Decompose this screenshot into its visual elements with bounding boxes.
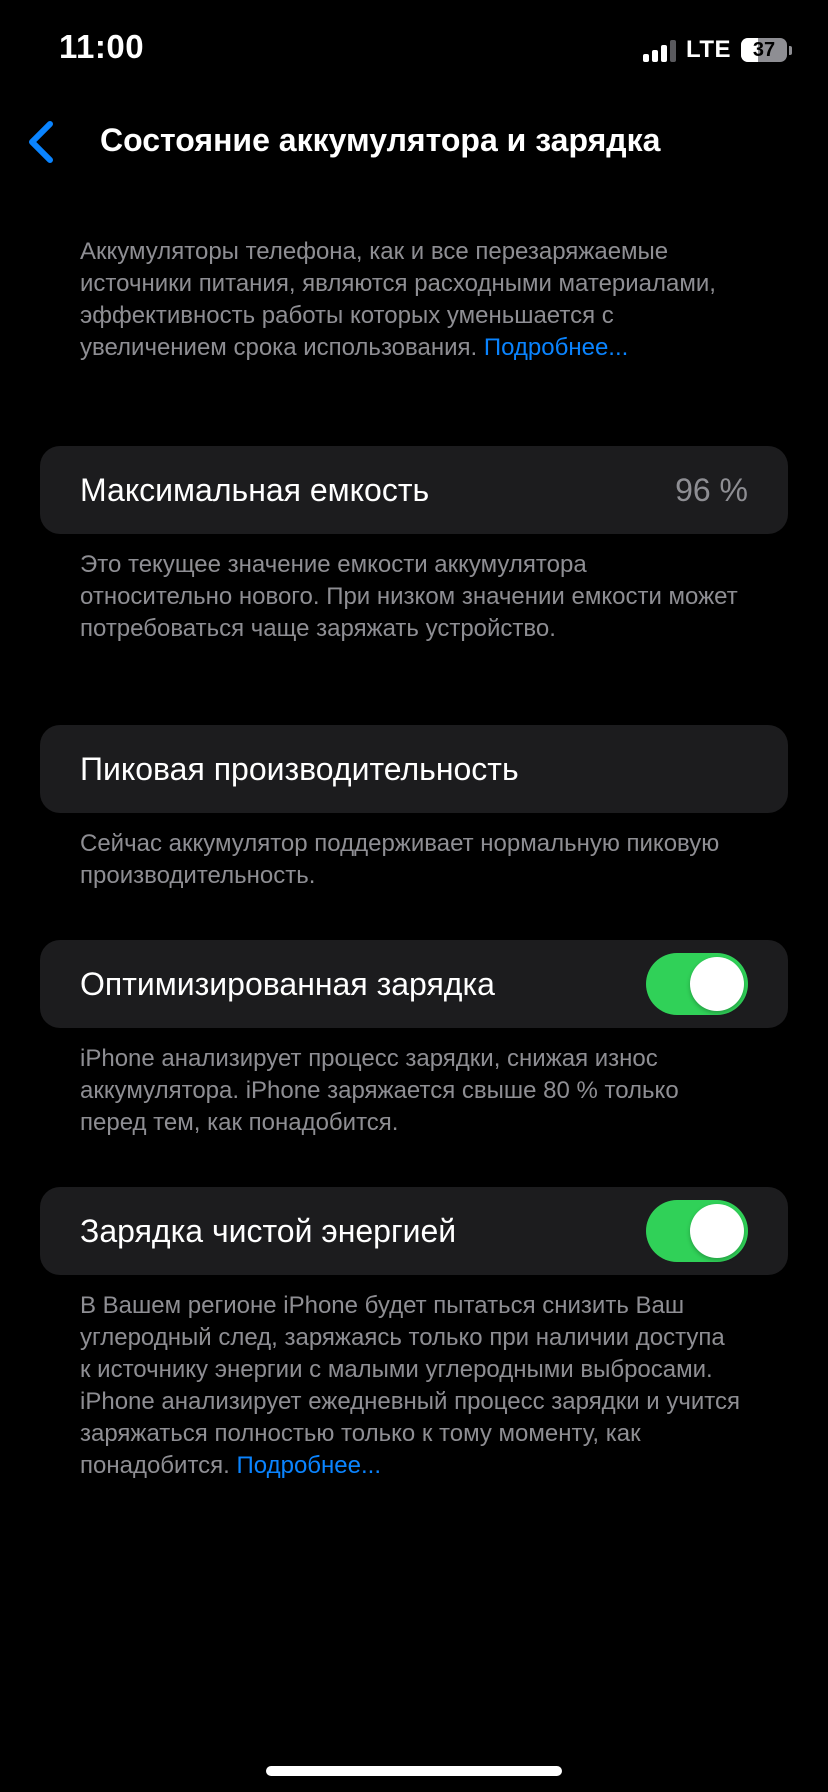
peak-performance-row: Пиковая производительность bbox=[40, 725, 788, 813]
clean-energy-charging-label: Зарядка чистой энергией bbox=[80, 1213, 457, 1249]
max-capacity-label: Максимальная емкость bbox=[80, 472, 430, 508]
clean-energy-charging-footnote: В Вашем регионе iPhone будет пытаться сн… bbox=[80, 1290, 740, 1482]
network-type-label: LTE bbox=[685, 36, 731, 63]
clean-energy-charging-row: Зарядка чистой энергией bbox=[40, 1187, 788, 1275]
peak-performance-label: Пиковая производительность bbox=[80, 751, 519, 787]
optimized-charging-row: Оптимизированная зарядка bbox=[40, 940, 788, 1028]
learn-more-link[interactable]: Подробнее... bbox=[484, 334, 628, 361]
peak-performance-footnote: Сейчас аккумулятор поддерживает нормальн… bbox=[80, 830, 720, 889]
intro-description: Аккумуляторы телефона, как и все перезар… bbox=[80, 236, 740, 364]
optimized-charging-toggle[interactable] bbox=[646, 953, 748, 1015]
toggle-knob bbox=[690, 957, 744, 1011]
optimized-charging-footnote: iPhone анализирует процесс зарядки, сниж… bbox=[80, 1045, 679, 1136]
optimized-charging-label: Оптимизированная зарядка bbox=[80, 966, 495, 1002]
status-bar: 11:00 LTE 37 bbox=[0, 0, 828, 100]
home-indicator[interactable] bbox=[266, 1766, 562, 1776]
back-button[interactable] bbox=[20, 118, 64, 166]
max-capacity-value: 96 % bbox=[675, 472, 748, 508]
max-capacity-row: Максимальная емкость 96 % bbox=[40, 446, 788, 534]
chevron-left-icon bbox=[29, 121, 53, 163]
status-indicators: LTE 37 bbox=[642, 36, 792, 64]
clean-energy-text: В Вашем регионе iPhone будет пытаться сн… bbox=[80, 1292, 740, 1479]
clean-energy-charging-toggle[interactable] bbox=[646, 1200, 748, 1262]
learn-more-link[interactable]: Подробнее... bbox=[237, 1452, 381, 1479]
max-capacity-footnote: Это текущее значение емкости аккумулятор… bbox=[80, 551, 738, 642]
toggle-knob bbox=[690, 1204, 744, 1258]
battery-icon: 37 bbox=[741, 38, 792, 62]
navigation-bar: Состояние аккумулятора и зарядка bbox=[0, 112, 828, 172]
battery-percent: 37 bbox=[752, 38, 776, 61]
cellular-signal-icon bbox=[642, 38, 676, 62]
status-time: 11:00 bbox=[59, 28, 145, 65]
page-title: Состояние аккумулятора и зарядка bbox=[100, 122, 661, 158]
